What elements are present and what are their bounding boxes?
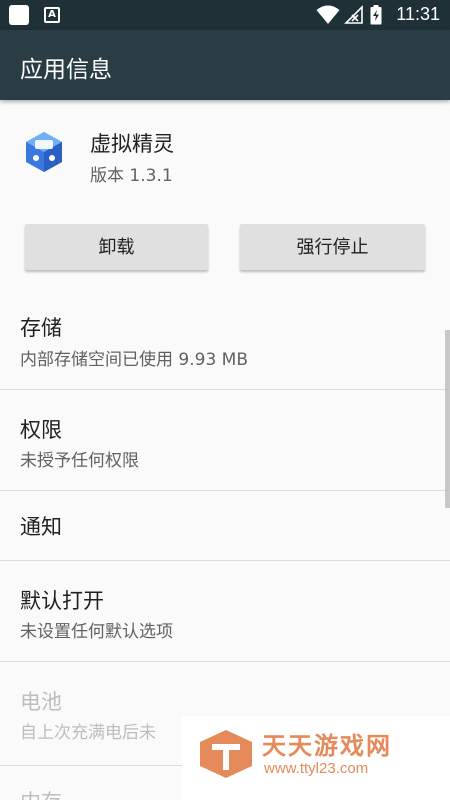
battery-title: 电池: [20, 690, 62, 714]
app-version: 版本 1.3.1: [90, 166, 173, 186]
app-icon: [26, 132, 62, 172]
watermark-name: 天天游戏网: [262, 732, 392, 760]
storage-subtitle: 内部存储空间已使用 9.93 MB: [20, 350, 248, 370]
battery-charging-icon: [370, 5, 382, 25]
permissions-item[interactable]: 权限 未授予任何权限: [0, 390, 450, 490]
status-bar: A 11:31: [0, 0, 450, 30]
permissions-subtitle: 未授予任何权限: [20, 451, 139, 471]
watermark-logo-icon: [200, 730, 252, 778]
force-stop-button[interactable]: 强行停止: [240, 224, 425, 270]
notifications-item[interactable]: 通知: [0, 491, 450, 561]
permissions-title: 权限: [20, 418, 62, 442]
open-by-default-subtitle: 未设置任何默认选项: [20, 622, 173, 642]
scrollbar[interactable]: [445, 330, 450, 508]
no-signal-icon: [344, 5, 363, 24]
storage-item[interactable]: 存储 内部存储空间已使用 9.93 MB: [0, 290, 450, 390]
status-time: 11:31: [396, 4, 440, 24]
battery-subtitle: 自上次充满电后未: [20, 723, 156, 743]
app-bar: 应用信息: [0, 30, 450, 100]
memory-title: 内存: [20, 786, 62, 800]
open-by-default-item[interactable]: 默认打开 未设置任何默认选项: [0, 561, 450, 661]
storage-title: 存储: [20, 316, 62, 340]
app-bar-title: 应用信息: [20, 57, 112, 83]
notifications-title: 通知: [20, 515, 62, 539]
watermark: 天天游戏网 www.ttyl23.com: [182, 716, 450, 800]
watermark-url: www.ttyl23.com: [264, 760, 369, 777]
a-notification-icon: A: [44, 7, 60, 23]
uninstall-button[interactable]: 卸载: [25, 224, 208, 270]
app-name: 虚拟精灵: [90, 132, 174, 156]
square-notification-icon: [9, 5, 29, 25]
wifi-icon: [316, 5, 340, 24]
open-by-default-title: 默认打开: [20, 589, 104, 613]
